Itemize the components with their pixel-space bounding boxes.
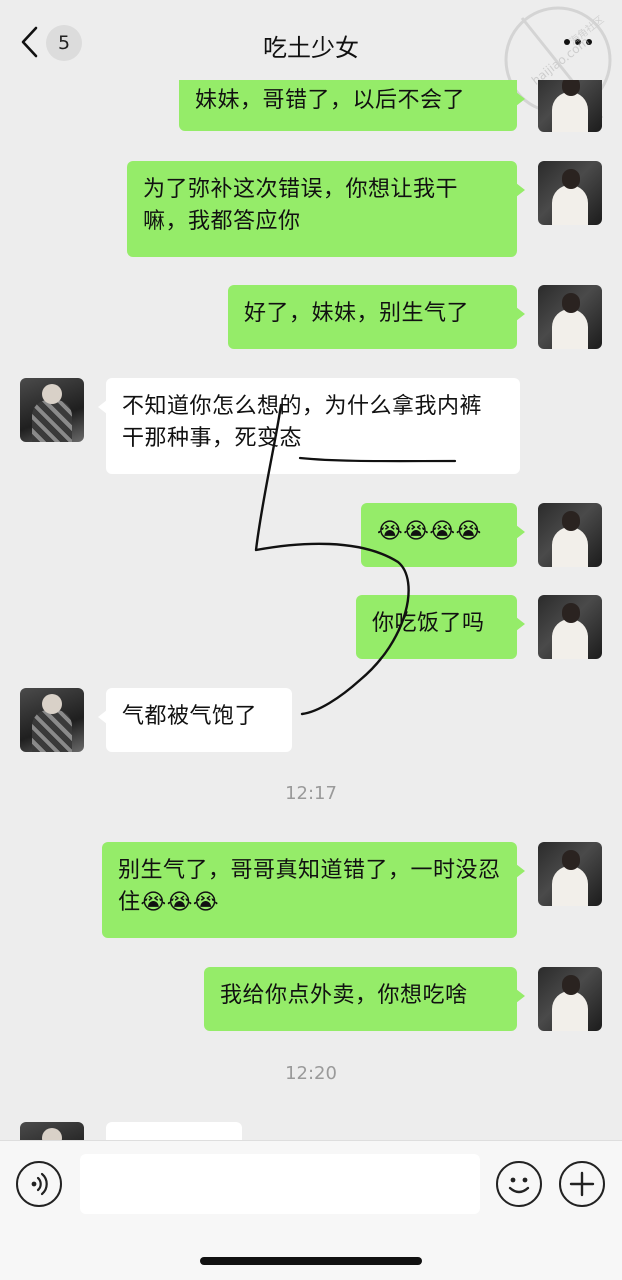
- my-avatar[interactable]: [538, 967, 602, 1031]
- plus-icon: [569, 1171, 595, 1197]
- emoji-icon: [508, 1177, 530, 1194]
- contact-avatar[interactable]: [20, 1122, 84, 1140]
- contact-avatar[interactable]: [20, 688, 84, 752]
- voice-button[interactable]: [16, 1161, 62, 1207]
- my-avatar[interactable]: [538, 161, 602, 225]
- message-bubble-sent[interactable]: 好了，妹妹，别生气了: [228, 285, 525, 349]
- voice-icon: [31, 1172, 48, 1196]
- top-bar: 5 吃土少女 haijiao.com 海角社区: [0, 0, 622, 119]
- message-bubble-sent[interactable]: 为了弥补这次错误，你想让我干嘛，我都答应你: [127, 161, 525, 257]
- message-text: 气都被气饱了: [122, 704, 258, 729]
- chat-area[interactable]: 妹妹，哥错了，以后不会了 为了弥补这次错误，你想让我干嘛，我都答应你 好了，妹妹…: [0, 80, 622, 1140]
- message-text: 不知道你怎么想的，为什么拿我内裤干那种事，死变态: [122, 394, 483, 451]
- message-bubble-sent[interactable]: 妹妹，哥错了，以后不会了: [179, 80, 525, 131]
- message-bubble-received-partial[interactable]: [106, 1122, 242, 1140]
- my-avatar[interactable]: [538, 503, 602, 567]
- message-bubble-received[interactable]: 气都被气饱了: [98, 688, 292, 752]
- my-avatar[interactable]: [538, 842, 602, 906]
- plus-button[interactable]: [559, 1161, 605, 1207]
- my-avatar[interactable]: [538, 285, 602, 349]
- message-bubble-sent[interactable]: 😭😭😭😭: [361, 503, 525, 567]
- timestamp: 12:20: [285, 1063, 337, 1084]
- message-bubble-sent[interactable]: 你吃饭了吗: [356, 595, 525, 659]
- emoji-button[interactable]: [496, 1161, 542, 1207]
- message-text: 妹妹，哥错了，以后不会了: [195, 88, 466, 113]
- message-bubble-sent[interactable]: 我给你点外卖，你想吃啥: [204, 967, 525, 1031]
- message-bubble-sent[interactable]: 别生气了，哥哥真知道错了，一时没忍住😭😭😭: [102, 842, 525, 938]
- message-bubble-received[interactable]: 不知道你怎么想的，为什么拿我内裤干那种事，死变态: [98, 378, 520, 474]
- message-input[interactable]: [80, 1154, 480, 1214]
- timestamp: 12:17: [285, 783, 337, 804]
- message-text: 我给你点外卖，你想吃啥: [220, 983, 468, 1008]
- input-bar: [0, 1140, 622, 1280]
- home-indicator[interactable]: [200, 1257, 422, 1265]
- my-avatar[interactable]: [538, 595, 602, 659]
- message-text: 你吃饭了吗: [372, 611, 485, 636]
- contact-avatar[interactable]: [20, 378, 84, 442]
- message-text: 好了，妹妹，别生气了: [244, 301, 470, 326]
- my-avatar[interactable]: [538, 80, 602, 132]
- message-text: 为了弥补这次错误，你想让我干嘛，我都答应你: [143, 177, 459, 234]
- message-text: 别生气了，哥哥真知道错了，一时没忍住😭😭😭: [118, 858, 501, 915]
- message-text: 😭😭😭😭: [377, 519, 482, 544]
